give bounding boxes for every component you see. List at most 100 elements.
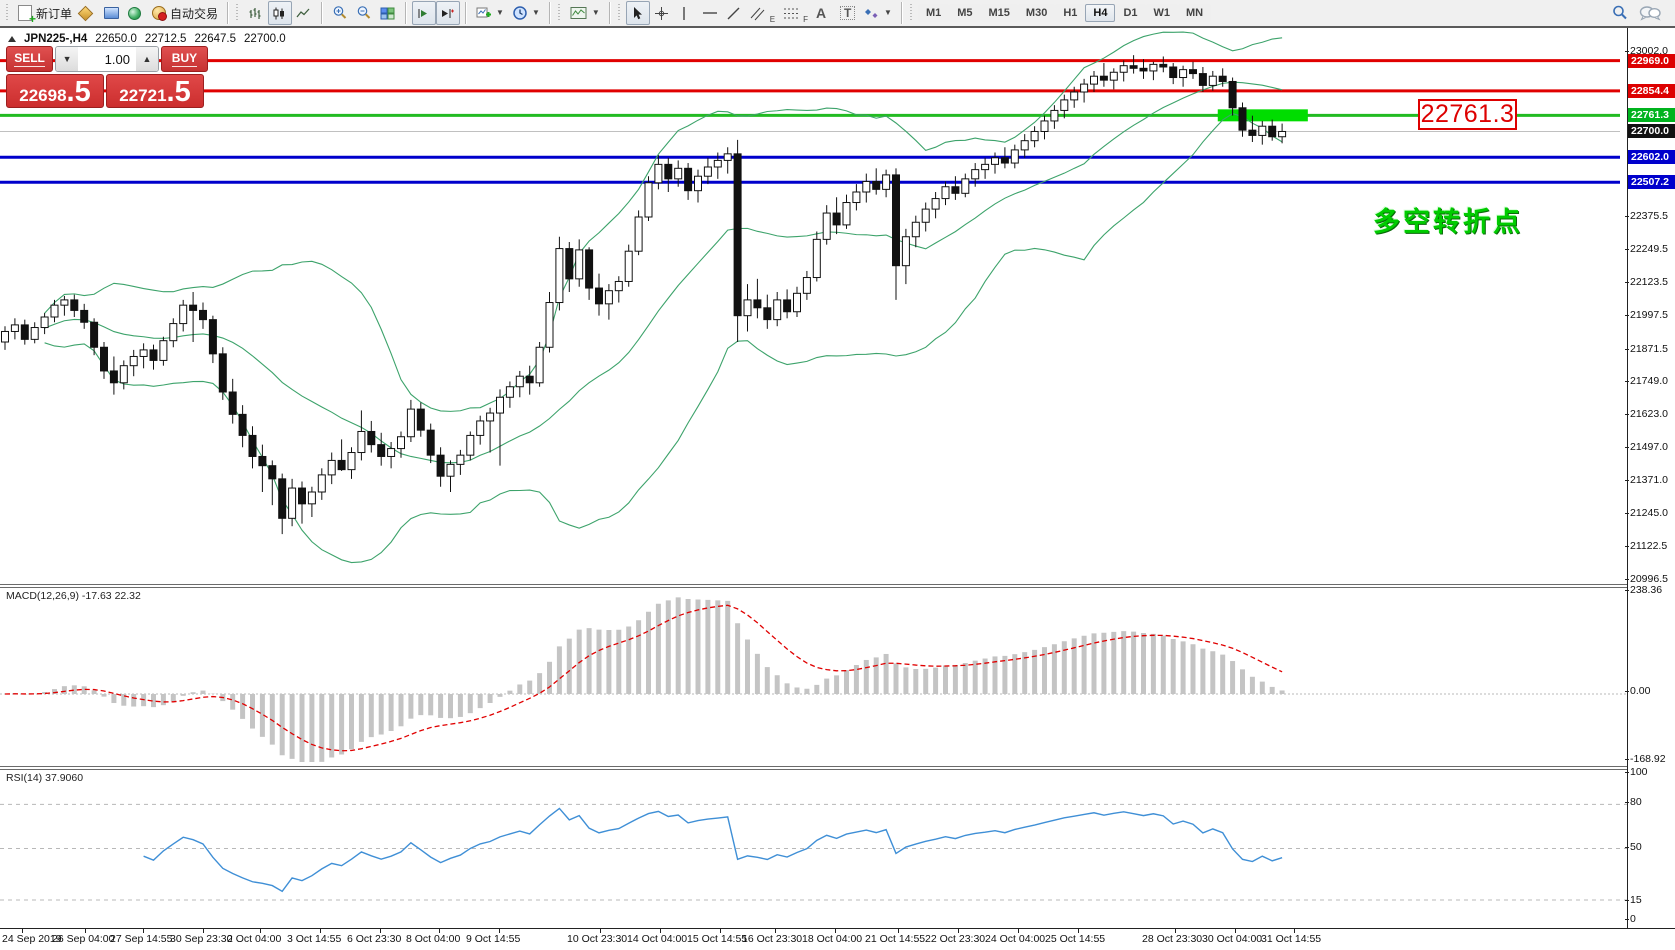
text-label-button[interactable]: T [836,1,860,25]
cursor-button[interactable] [626,1,650,25]
time-label: 30 Sep 23:30 [170,933,232,945]
arrows-button[interactable]: ▼ [860,1,896,25]
volume-value[interactable]: 1.00 [78,47,136,71]
ohlc-high: 22712.5 [145,33,187,45]
time-label: 6 Oct 23:30 [347,933,401,945]
chart-shift-button[interactable] [436,1,460,25]
ohlc-low: 22647.5 [194,33,236,45]
market-watch-button[interactable] [100,1,124,25]
chart-shift-icon [440,6,455,21]
timeframe-w1-button[interactable]: W1 [1146,4,1179,22]
timeframe-mn-button[interactable]: MN [1178,4,1211,22]
time-label: 21 Oct 14:55 [865,933,925,945]
line-chart-button[interactable] [292,1,316,25]
toolbar-separator [321,2,323,24]
time-label: 28 Oct 23:30 [1142,933,1202,945]
text-button[interactable]: A [812,1,836,25]
one-click-trading-panel: SELL ▼ 1.00 ▲ BUY 22698.5 22721.5 [6,46,208,108]
rsi-axis-label: 0 [1630,913,1636,925]
price-tick-label: 22249.5 [1630,243,1668,255]
timeframe-m15-button[interactable]: M15 [981,4,1018,22]
new-order-button[interactable]: 新订单 [14,1,76,25]
timeframe-d1-button[interactable]: D1 [1115,4,1145,22]
chart-header: JPN225-,H4 22650.0 22712.5 22647.5 22700… [8,33,286,45]
buy-button[interactable]: BUY [161,46,208,72]
price-level-badge: 22602.0 [1628,150,1675,164]
crosshair-button[interactable] [650,1,674,25]
zoom-out-button[interactable] [352,1,376,25]
candlestick-chart-button[interactable] [268,1,292,25]
rsi-axis-label: 80 [1630,796,1642,808]
search-icon[interactable] [1611,4,1629,22]
equidistant-channel-button[interactable]: E [746,1,779,25]
time-axis[interactable]: 24 Sep 201926 Sep 04:0027 Sep 14:5530 Se… [0,928,1675,950]
price-tick-label: 21623.0 [1630,408,1668,420]
main-chart-pane[interactable] [0,28,1627,584]
timeframe-h1-button[interactable]: H1 [1055,4,1085,22]
timeframe-h4-button[interactable]: H4 [1085,4,1115,22]
zoom-in-button[interactable] [328,1,352,25]
indicators-icon [476,6,492,21]
timeframe-m30-button[interactable]: M30 [1018,4,1055,22]
tile-windows-icon [380,6,395,21]
zoom-out-icon [356,5,372,21]
dropdown-arrow-icon: ▼ [592,9,600,17]
trendline-button[interactable] [722,1,746,25]
price-tick-label: 21371.0 [1630,474,1668,486]
time-label: 8 Oct 04:00 [406,933,460,945]
horizontal-line-button[interactable] [698,1,722,25]
dropdown-arrow-icon: ▼ [884,9,892,17]
indicator-windows-button[interactable]: ▼ [566,1,604,25]
price-level-badge: 22507.2 [1628,175,1675,189]
macd-axis-label: 0.00 [1630,685,1650,697]
price-axis[interactable]: 23002.022375.522249.522123.521997.521871… [1627,28,1675,928]
toolbar-separator [405,2,407,24]
price-tick-label: 22123.5 [1630,276,1668,288]
periods-button[interactable]: ▼ [508,1,544,25]
toolbar-drag-handle[interactable] [6,4,10,22]
toolbar-drag-handle[interactable] [236,4,240,22]
metaeditor-button[interactable] [76,1,100,25]
price-level-text-label[interactable]: 22761.3 [1418,99,1517,130]
fibo-subscript: F [803,16,808,24]
toolbar-separator [465,2,467,24]
toolbar-drag-handle[interactable] [618,4,622,22]
bar-chart-button[interactable] [244,1,268,25]
fibonacci-button[interactable]: F [779,1,812,25]
text-label-icon: T [840,6,855,20]
vertical-line-button[interactable] [674,1,698,25]
price-level-badge: 22969.0 [1628,54,1675,68]
tile-windows-button[interactable] [376,1,400,25]
time-label: 2 Oct 04:00 [227,933,281,945]
dropdown-arrow-icon: ▼ [532,9,540,17]
signals-button[interactable] [124,1,148,25]
macd-signal-value: 22.32 [115,590,141,602]
macd-main-value: -17.63 [82,590,112,602]
timeframe-m1-button[interactable]: M1 [918,4,949,22]
macd-pane[interactable] [0,588,1627,766]
toolbar: 新订单 自动交易 [0,0,1675,28]
autotrading-button[interactable]: 自动交易 [148,1,222,25]
chat-icon[interactable] [1639,4,1661,22]
volume-increase-button[interactable]: ▲ [136,47,158,71]
price-tick-label: 21122.5 [1630,540,1667,552]
timeframe-m5-button[interactable]: M5 [949,4,980,22]
buy-price-display[interactable]: 22721.5 [106,74,204,108]
toolbar-drag-handle[interactable] [910,4,914,22]
price-tick-label: 22375.5 [1630,210,1668,222]
vertical-line-icon [678,6,690,21]
rsi-pane[interactable] [0,770,1627,928]
symbol-period-label: JPN225-,H4 [24,33,87,45]
collapse-icon[interactable] [8,36,16,42]
rsi-axis-label: 15 [1630,894,1642,906]
sell-price-display[interactable]: 22698.5 [6,74,104,108]
sell-button[interactable]: SELL [6,46,53,72]
indicators-button[interactable]: ▼ [472,1,508,25]
time-label: 30 Oct 04:00 [1202,933,1262,945]
price-tick-label: 21997.5 [1630,309,1668,321]
toolbar-separator [609,2,611,24]
volume-decrease-button[interactable]: ▼ [56,47,78,71]
toolbar-drag-handle[interactable] [558,4,562,22]
auto-scroll-button[interactable] [412,1,436,25]
chart-annotation-text[interactable]: 多空转折点 [1373,200,1523,239]
